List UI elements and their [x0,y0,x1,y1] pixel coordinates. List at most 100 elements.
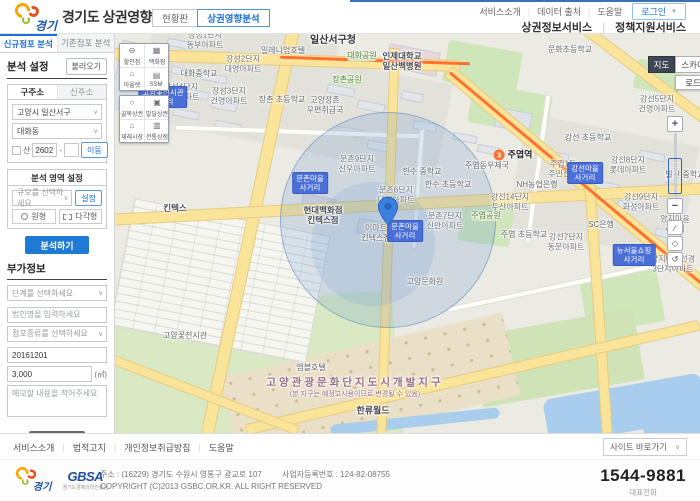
floor-area-input[interactable] [7,366,92,382]
circle-shape-option[interactable]: 원형 [12,209,56,224]
header-nav: 현황판 상권영향분석 [152,9,270,27]
memo-textarea[interactable] [7,385,107,417]
map-filter-group: ⊖할인점▦백화점⌂아울렛▤SSM [119,43,169,91]
footer-link-legal[interactable]: 법적고지 [73,441,106,454]
reset-view-button[interactable]: ↺ [667,252,683,267]
sidebar-tabs: 신규점포 분석 기존점포 분석 [0,34,114,53]
map-pin-marker[interactable] [377,196,399,226]
divider [7,78,107,79]
polygon-shape-option[interactable]: 다각형 [59,209,103,224]
goodmorning-gyeonggi-logo[interactable]: 경기 [14,3,54,31]
site-shortcut-select[interactable]: 사이트 바로가기 ∨ [603,438,687,456]
filter-icon: ⌂ [130,121,135,130]
map-filter-toggle-발달상권[interactable]: ▣발달상권 [144,96,169,119]
map-filter-toggle-아울렛[interactable]: ⌂아울렛 [120,67,144,90]
tab-dashboard[interactable]: 현황판 [152,9,198,27]
logo-swirl-icon [22,478,29,485]
tab-old-address[interactable]: 구주소 [8,85,57,99]
level-select[interactable]: 단계를 선택하세요 ∨ [7,285,107,301]
map-type-skyview-button[interactable]: 스카이뷰 [675,56,700,73]
circle-icon [21,213,28,220]
logo-text: 경기 [35,17,57,34]
tab-impact-analysis[interactable]: 상권영향분석 [197,9,269,27]
zoom-out-button[interactable]: − [667,198,683,214]
map-road-sign: 뉴서울쇼핑사거리 [613,244,656,266]
map-label: 장촌 초등학교 [259,95,305,105]
map-label: 고양관광문화단지도시개발지구 [266,377,443,390]
analyze-button[interactable]: 분석하기 [25,236,89,254]
copyright-text: COPYRIGHT (C)2013 GSBC.OR.KR. ALL RIGHT … [100,481,390,493]
footer-link-privacy[interactable]: 개인정보취급방침 [124,441,190,454]
store-type-select[interactable]: 점포종류를 선택하세요 ∨ [7,326,107,342]
map-filter-toggle-전통상점[interactable]: ▥전통상점 [144,119,169,142]
map-label: 현대백화점킨텍스점 [303,205,342,225]
map-filter-toggle-SSM[interactable]: ▤SSM [144,67,168,90]
divider [7,279,107,280]
map-label: 강선7단지동문아파트 [548,232,585,251]
filter-icon: ⌂ [130,69,135,78]
map-label: 강선9단지화성아파트 [623,192,660,211]
map-label: 강선14단지두산아파트 [491,192,529,211]
analysis-settings-heading: 분석 설정 [7,59,49,74]
link-commercial-info-service[interactable]: 상권정보서비스 [521,22,592,34]
app-window: 경기 경기도 상권영향정보 서비스 현황판 상권영향분석 서비스소개 | 데이터… [0,0,700,501]
map-filter-toggle-할인점[interactable]: ⊖할인점 [120,44,144,67]
map-label: 고양장촌우편취급국 [307,95,344,114]
map-label: 대화공원 [347,51,376,61]
map-label: 한류월드 [356,406,389,417]
filter-icon: ▣ [153,98,161,107]
footer-link-help[interactable]: 도움말 [209,441,234,454]
chevron-down-icon: ∨ [93,127,98,135]
scale-select[interactable]: 규모를 선택하세요 ∨ [12,190,72,206]
footer-phone: 1544-9881 대표전화 [600,466,686,498]
map-label: 밀레니엄호텔 [261,46,305,56]
map-label: (본 지구는 예정고시용이므로 변경될 수 있음) [290,391,420,399]
footer-links-bar: 서비스소개 | 법적고지 | 개인정보취급방침 | 도움말 사이트 바로가기 ∨ [0,433,700,459]
filter-icon: ⊖ [129,46,136,55]
link-service-intro[interactable]: 서비스소개 [479,5,520,18]
load-button[interactable]: 불러오기 [66,58,107,75]
corp-name-input[interactable] [7,307,107,323]
chevron-down-icon: ∨ [675,443,680,451]
header: 경기 경기도 상권영향정보 서비스 현황판 상권영향분석 서비스소개 | 데이터… [0,0,700,34]
chevron-down-icon: ∨ [64,194,69,202]
link-policy-support-service[interactable]: 정책지원서비스 [615,22,686,34]
open-date-input[interactable] [7,347,107,363]
phone-label: 대표전화 [600,487,686,498]
link-help[interactable]: 도움말 [597,5,622,18]
footer-info-bar: 경기 GBSA 경기도경제과학진흥원 주소 : (16229) 경기도 수원시 … [0,459,700,501]
map-label: 강선 초등학교 [565,133,611,143]
set-button[interactable]: 설정 [75,190,102,206]
lot-number-input[interactable] [32,143,57,157]
footer-goodmorning-gyeonggi-logo: 경기 [15,467,49,491]
san-checkbox[interactable] [12,146,21,155]
zoom-slider-handle[interactable] [668,158,682,194]
tab-existing-store-analysis[interactable]: 기존점포 분석 [57,34,115,52]
login-button[interactable]: 로그인 ▼ [632,3,686,20]
map-canvas[interactable]: 일산서구청장성1단지동부아파트밀레니엄호텔인제대학교일산백병원대화공원장성2단지… [115,34,700,433]
zoom-in-button[interactable]: + [667,116,683,132]
map-filter-toggle-재래시장[interactable]: ⌂재래시장 [120,119,144,142]
area-settings-heading: 분석 영역 설정 [8,170,106,186]
map-filter-toggle-골목상권[interactable]: ○골목상권 [120,96,144,119]
map-label: 문촌7단지신안아파트 [427,211,464,230]
map-label: 고양꽃전시관 [163,331,207,341]
lot-number2-input[interactable] [64,143,79,157]
measure-area-button[interactable]: ◇ [667,236,683,251]
chevron-down-icon: ∨ [93,108,98,116]
footer-link-service-intro[interactable]: 서비스소개 [13,441,54,454]
district-select[interactable]: 고양시 일산서구 ∨ [12,104,102,120]
map-filter-panel: ⊖할인점▦백화점⌂아울렛▤SSM○골목상권▣발달상권⌂재래시장▥전통상점 [119,43,169,147]
move-button[interactable]: 이동 [81,142,108,158]
map-type-map-button[interactable]: 지도 [648,56,675,73]
dong-select[interactable]: 대화동 ∨ [12,123,102,139]
tab-new-store-analysis[interactable]: 신규점포 분석 [0,34,57,52]
link-data-source[interactable]: 데이터 출처 [537,5,581,18]
polygon-icon [63,214,72,220]
map-filter-toggle-백화점[interactable]: ▦백화점 [144,44,168,67]
map-label: 장성2단지대명아파트 [225,54,262,73]
map-type-roadmap-button[interactable]: 로드맵 [675,75,700,90]
chevron-down-icon: ∨ [98,330,103,338]
tab-new-address[interactable]: 신주소 [57,85,107,99]
measure-distance-button[interactable]: ∕ [667,220,683,235]
